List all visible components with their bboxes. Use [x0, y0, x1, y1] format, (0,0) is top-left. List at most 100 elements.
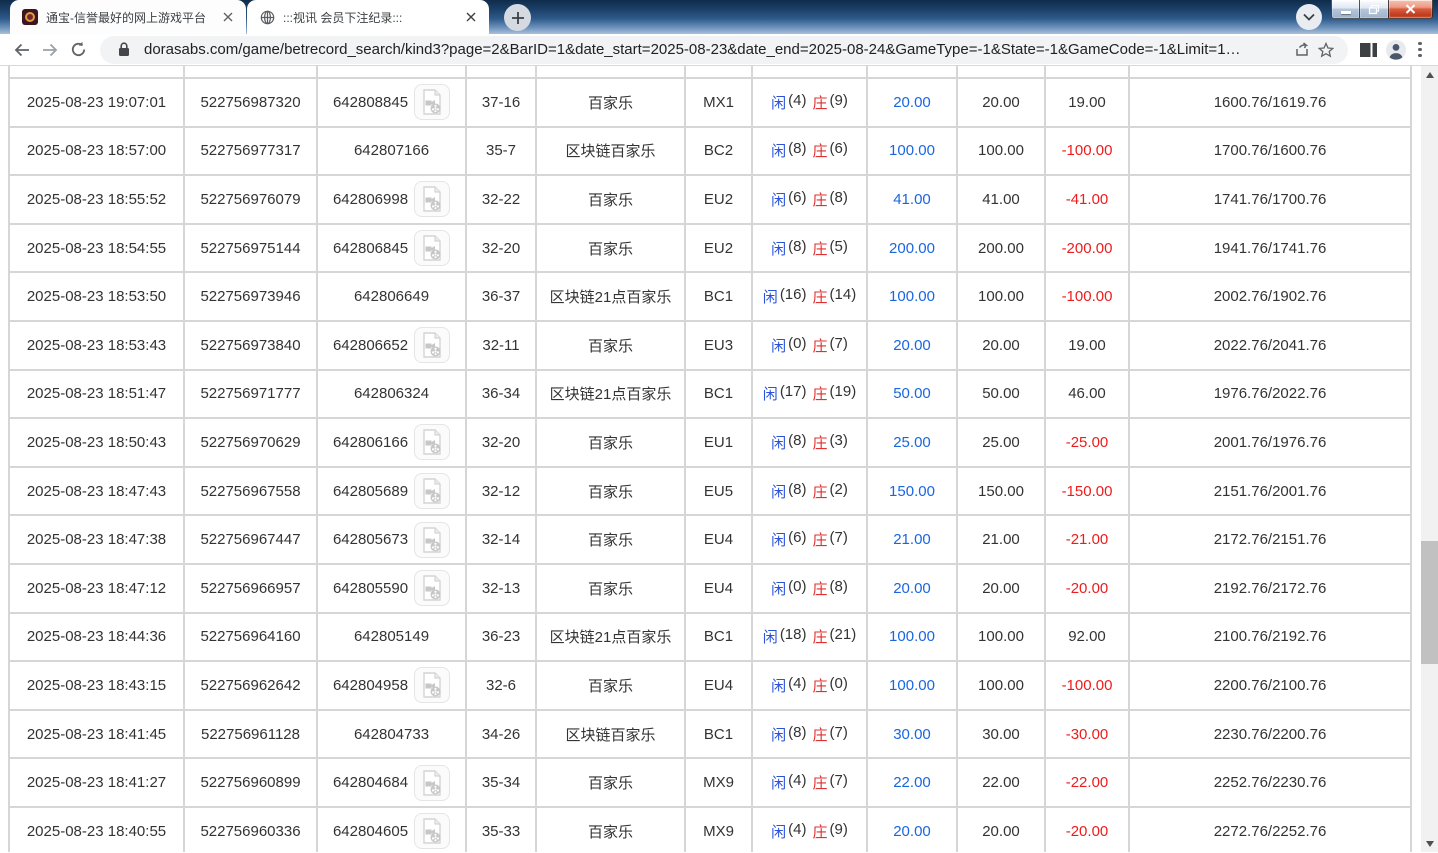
cell-balance: 2230.76/2200.76	[1130, 710, 1412, 758]
banker-score: (9)	[829, 91, 848, 109]
cell-bet-time: 2025-08-23 18:41:27	[8, 759, 185, 806]
scroll-up-button[interactable]	[1421, 66, 1438, 83]
video-replay-button[interactable]	[414, 813, 451, 850]
player-label: 闲	[771, 677, 787, 695]
video-replay-button[interactable]	[414, 230, 451, 267]
table-row: 2025-08-23 18:40:55 522756960336 6428046…	[8, 807, 1412, 852]
banker-label: 庄	[812, 337, 828, 355]
address-bar[interactable]: dorasabs.com/game/betrecord_search/kind3…	[100, 35, 1348, 64]
video-replay-button[interactable]	[414, 181, 451, 218]
banker-score: (21)	[829, 626, 857, 644]
banker-label: 庄	[812, 386, 828, 404]
cell-player-banker: 闲 (0) 庄 (7)	[753, 321, 868, 369]
video-replay-button[interactable]	[414, 521, 451, 558]
bookmark-star-icon[interactable]	[1314, 38, 1338, 62]
cell-balance: 2252.76/2230.76	[1130, 759, 1412, 806]
banker-label: 庄	[812, 629, 828, 647]
cell-bet-id: 522756966957	[185, 564, 318, 612]
table-row: 2025-08-23 18:43:15 522756962642 6428049…	[8, 662, 1412, 711]
cell-table-code: BC1	[686, 273, 753, 320]
video-replay-button[interactable]	[414, 764, 451, 801]
cell-bet-time: 2025-08-23 18:51:47	[8, 370, 185, 418]
player-label: 闲	[771, 337, 787, 355]
cell-game-name: 百家乐	[537, 419, 686, 466]
cell-round-no: 642805149	[318, 613, 467, 661]
video-replay-button[interactable]	[414, 424, 451, 461]
round-number: 642804958	[332, 676, 409, 694]
side-panel-button[interactable]	[1354, 36, 1382, 64]
cell-valid-amount: 100.00	[958, 273, 1046, 320]
cell-player-banker: 闲 (8) 庄 (5)	[753, 224, 868, 272]
forward-button[interactable]	[36, 36, 64, 64]
cell-bet-id: 522756960336	[185, 807, 318, 852]
tab-close-icon[interactable]	[220, 9, 236, 25]
tab-search-chevron-button[interactable]	[1296, 4, 1322, 30]
cell-game-name: 百家乐	[537, 807, 686, 852]
cell-game-name: 区块链百家乐	[537, 127, 686, 175]
table-row: 2025-08-23 18:41:45 522756961128 6428047…	[8, 710, 1412, 760]
cell-round-no: 642804605	[318, 807, 467, 852]
player-score: (17)	[779, 383, 807, 401]
share-icon[interactable]	[1290, 38, 1314, 62]
new-tab-button[interactable]	[504, 4, 531, 31]
browser-menu-button[interactable]	[1410, 36, 1430, 64]
banker-label: 庄	[812, 483, 828, 501]
banker-score: (7)	[829, 334, 848, 352]
minimize-button[interactable]	[1331, 0, 1360, 19]
profile-avatar-button[interactable]	[1382, 36, 1410, 64]
banker-label: 庄	[812, 240, 828, 258]
cell-table-code: BC2	[686, 127, 753, 175]
cell-player-banker: 闲 (16) 庄 (14)	[753, 273, 868, 320]
cell-table-code: MX9	[686, 759, 753, 806]
player-score: (0)	[788, 577, 807, 595]
cell-table-code: EU4	[686, 564, 753, 612]
cell-game-name: 百家乐	[537, 662, 686, 709]
cell-result: 32-22	[467, 176, 537, 223]
round-number: 642806998	[332, 190, 409, 208]
tab-close-icon[interactable]	[463, 9, 479, 25]
browser-tab-casino[interactable]: 通宝-信誉最好的网上游戏平台	[10, 0, 246, 34]
cell-win-loss: -30.00	[1046, 710, 1130, 758]
banker-score: (14)	[829, 286, 857, 304]
round-number: 642805149	[353, 628, 430, 646]
banker-score: (2)	[829, 480, 848, 498]
table-row: 2025-08-23 18:51:47 522756971777 6428063…	[8, 370, 1412, 420]
player-score: (6)	[788, 188, 807, 206]
banker-label: 庄	[812, 94, 828, 112]
cell-bet-time: 2025-08-23 19:07:01	[8, 79, 185, 126]
casino-favicon-icon	[22, 9, 38, 25]
restore-button[interactable]	[1360, 0, 1388, 19]
cell-player-banker: 闲 (4) 庄 (9)	[753, 79, 868, 126]
player-score: (18)	[779, 626, 807, 644]
cell-round-no: 642804958	[318, 662, 467, 709]
reload-button[interactable]	[64, 36, 92, 64]
cell-bet-id: 522756970629	[185, 419, 318, 466]
cell-bet-id: 522756976079	[185, 176, 318, 223]
video-replay-button[interactable]	[414, 327, 451, 364]
cell-result: 36-23	[467, 613, 537, 661]
close-button[interactable]	[1388, 0, 1433, 19]
banker-label: 庄	[812, 775, 828, 793]
banker-label: 庄	[812, 532, 828, 550]
scroll-down-button[interactable]	[1421, 835, 1438, 852]
cell-balance: 1941.76/1741.76	[1130, 224, 1412, 272]
video-replay-button[interactable]	[414, 570, 451, 607]
video-replay-button[interactable]	[414, 84, 451, 121]
video-replay-button[interactable]	[414, 667, 451, 704]
round-number: 642807166	[353, 142, 430, 160]
cell-win-loss: -200.00	[1046, 224, 1130, 272]
cell-bet-time: 2025-08-23 18:53:50	[8, 273, 185, 320]
round-number: 642804605	[332, 822, 409, 840]
browser-tab-betrecord[interactable]: :::视讯 会员下注纪录:::	[247, 0, 489, 34]
back-button[interactable]	[8, 36, 36, 64]
cell-player-banker: 闲 (0) 庄 (8)	[753, 564, 868, 612]
player-score: (16)	[779, 286, 807, 304]
vertical-scrollbar[interactable]	[1421, 66, 1438, 852]
round-number: 642805590	[332, 579, 409, 597]
scrollbar-thumb[interactable]	[1421, 541, 1438, 664]
cell-round-no: 642808845	[318, 79, 467, 126]
round-number: 642804733	[353, 725, 430, 743]
cell-win-loss: -100.00	[1046, 127, 1130, 175]
cell-valid-amount: 100.00	[958, 127, 1046, 175]
video-replay-button[interactable]	[414, 473, 451, 510]
